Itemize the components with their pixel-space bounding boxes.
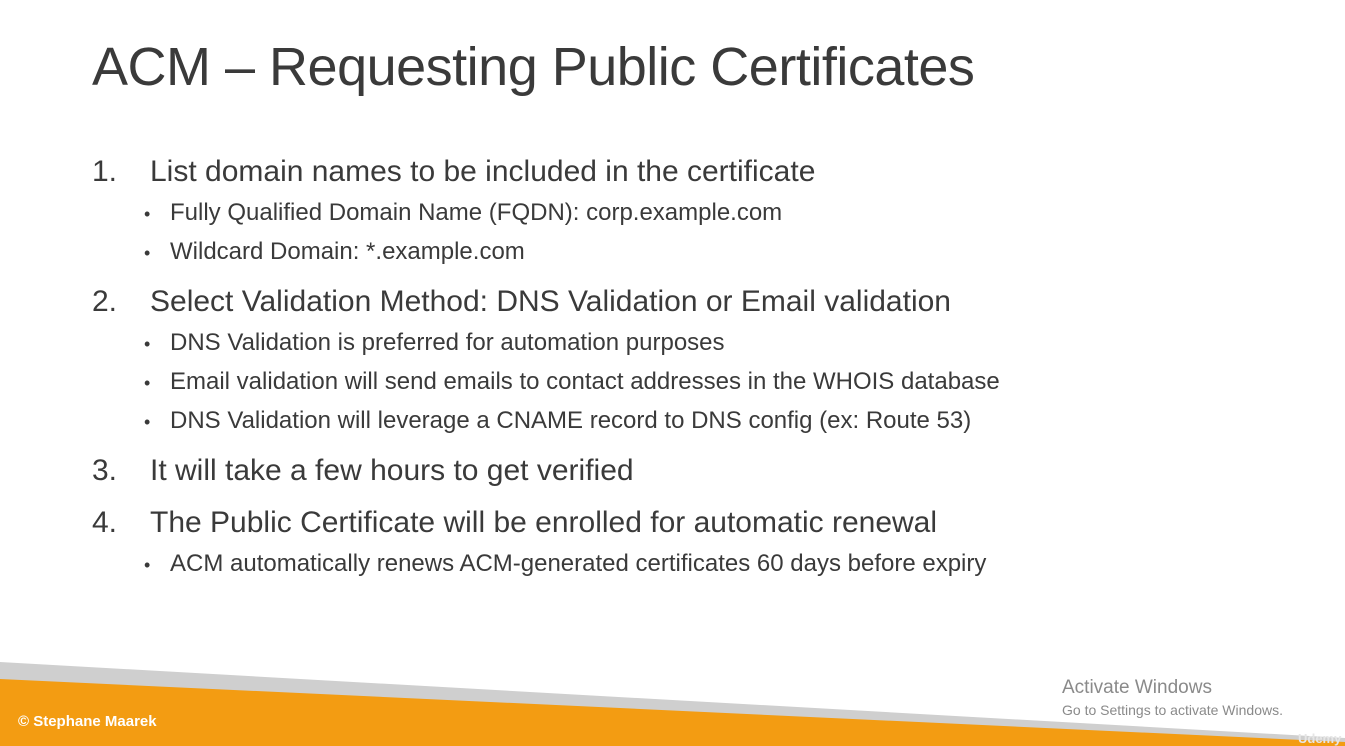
bullet-text: Wildcard Domain: *.example.com — [170, 238, 525, 265]
step-text: It will take a few hours to get verified — [150, 454, 634, 487]
step-number: 3. — [92, 454, 118, 487]
slide: ACM – Requesting Public Certificates 1. … — [0, 0, 1345, 746]
copyright-text: © Stephane Maarek — [18, 713, 157, 730]
step-2-bullets: • DNS Validation is preferred for automa… — [92, 324, 1192, 441]
bullet-dot: • — [144, 334, 151, 354]
bullet-text: DNS Validation will leverage a CNAME rec… — [170, 407, 972, 434]
step-number: 2. — [92, 285, 118, 318]
slide-title: ACM – Requesting Public Certificates — [92, 37, 975, 97]
bullet-item: • ACM automatically renews ACM-generated… — [144, 545, 1192, 584]
activate-windows-subtitle: Go to Settings to activate Windows. — [1062, 702, 1283, 718]
bullet-item: • Fully Qualified Domain Name (FQDN): co… — [144, 194, 1192, 233]
step-4-bullets: • ACM automatically renews ACM-generated… — [92, 545, 1192, 584]
activate-windows-title: Activate Windows — [1062, 677, 1212, 698]
bullet-dot: • — [144, 412, 151, 432]
step-number: 1. — [92, 155, 118, 188]
bullet-item: • DNS Validation will leverage a CNAME r… — [144, 402, 1192, 441]
step-number: 4. — [92, 506, 118, 539]
bullet-item: • Email validation will send emails to c… — [144, 363, 1192, 402]
activate-windows-watermark: Activate Windows Go to Settings to activ… — [1062, 676, 1283, 720]
step-text: The Public Certificate will be enrolled … — [150, 506, 938, 539]
udemy-watermark: Udemy — [1298, 731, 1342, 746]
step-2: 2. Select Validation Method: DNS Validat… — [92, 280, 1192, 324]
bullet-text: ACM automatically renews ACM-generated c… — [170, 550, 987, 577]
step-1: 1. List domain names to be included in t… — [92, 150, 1192, 194]
step-1-bullets: • Fully Qualified Domain Name (FQDN): co… — [92, 194, 1192, 272]
bullet-text: DNS Validation is preferred for automati… — [170, 329, 725, 356]
bullet-dot: • — [144, 373, 151, 393]
bullet-text: Fully Qualified Domain Name (FQDN): corp… — [170, 199, 783, 226]
step-4: 4. The Public Certificate will be enroll… — [92, 501, 1192, 545]
bullet-item: • DNS Validation is preferred for automa… — [144, 324, 1192, 363]
step-3: 3. It will take a few hours to get verif… — [92, 449, 1192, 493]
bullet-dot: • — [144, 555, 151, 575]
bullet-text: Email validation will send emails to con… — [170, 368, 1000, 395]
bullet-dot: • — [144, 204, 151, 224]
bullet-item: • Wildcard Domain: *.example.com — [144, 233, 1192, 272]
bullet-dot: • — [144, 243, 151, 263]
slide-content: 1. List domain names to be included in t… — [92, 150, 1192, 584]
step-text: List domain names to be included in the … — [150, 155, 816, 188]
step-text: Select Validation Method: DNS Validation… — [150, 285, 951, 318]
